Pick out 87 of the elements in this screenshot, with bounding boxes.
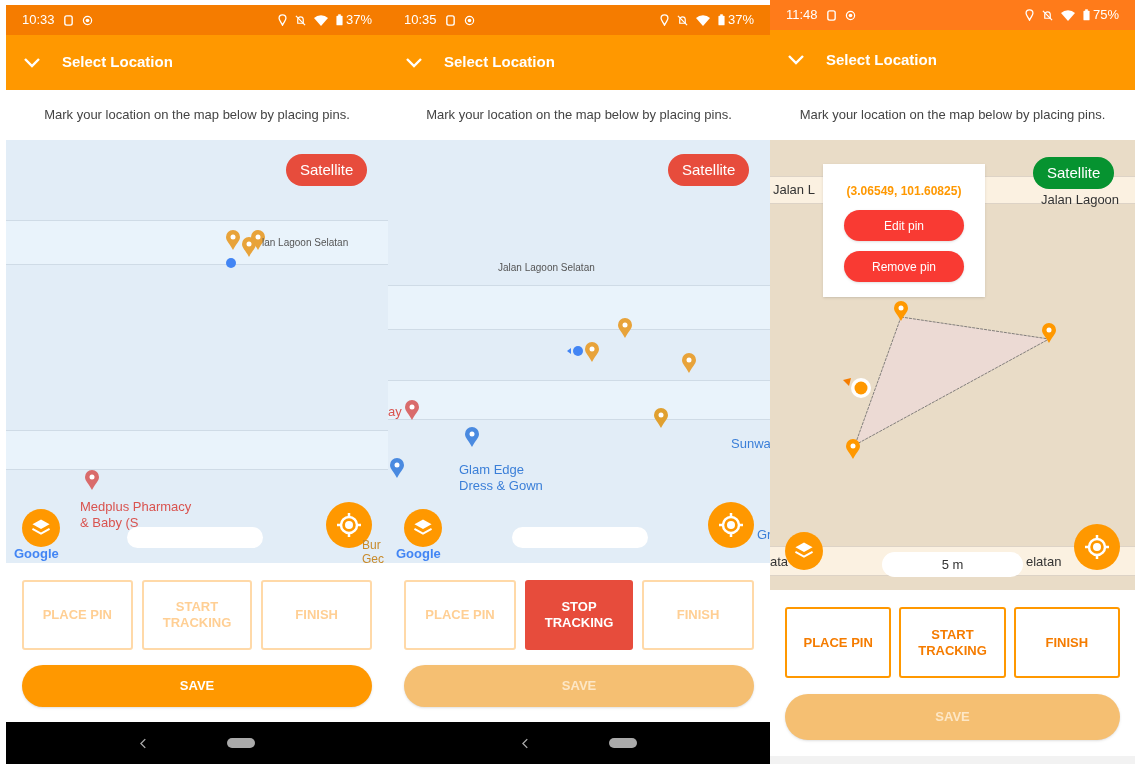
save-button[interactable]: SAVE (22, 665, 372, 707)
pin-coordinates: (3.06549, 101.60825) (846, 183, 962, 200)
google-logo: Google (14, 545, 59, 563)
map-label: lan Lagoon Selatan (262, 236, 349, 250)
chevron-down-icon[interactable] (406, 57, 422, 68)
notification-icon (844, 9, 856, 21)
notification-icon (825, 9, 837, 21)
location-icon (277, 14, 287, 26)
battery-icon (717, 14, 725, 26)
layers-button[interactable] (22, 509, 60, 547)
map-pin-icon[interactable] (846, 439, 860, 459)
back-icon[interactable] (139, 737, 147, 749)
back-icon[interactable] (521, 737, 529, 749)
map[interactable]: Satellite (3.06549, 101.60825) Edit pin Remove pin Jalan L Jalan Lagoon ata 5 m elatan (770, 140, 1135, 590)
my-location-button[interactable] (1074, 524, 1120, 570)
home-icon[interactable] (608, 738, 637, 748)
home-icon[interactable] (226, 738, 255, 748)
wifi-icon (695, 14, 710, 26)
my-location-button[interactable] (708, 502, 754, 548)
bell-off-icon (676, 14, 688, 26)
map-pin-icon[interactable] (242, 237, 256, 257)
location-dot-icon (567, 346, 583, 356)
pin-action-button[interactable]: Remove pin (844, 251, 964, 282)
map-pin-icon[interactable] (682, 353, 696, 373)
google-logo: Google (396, 545, 441, 563)
layers-button[interactable] (404, 509, 442, 547)
bell-off-icon (294, 14, 306, 26)
map-label: Jalan Lagoon (1041, 191, 1120, 209)
wifi-icon (313, 14, 328, 26)
battery-icon (335, 14, 343, 26)
notification-icon (463, 14, 475, 26)
chevron-down-icon[interactable] (24, 57, 40, 68)
map-label: elatan (1026, 553, 1062, 571)
map-label: Jalan L (773, 181, 815, 199)
map-label: ay (388, 403, 402, 421)
map-label: Bur (362, 537, 381, 554)
location-marker-icon (843, 376, 873, 400)
map-label: ata (770, 553, 789, 571)
map-pin-icon[interactable] (226, 230, 240, 250)
satellite-button[interactable]: Satellite (668, 154, 750, 186)
map-label: & Baby (S (80, 514, 139, 532)
map-pin-icon[interactable] (390, 458, 404, 478)
status-time: 11:48 (786, 6, 818, 25)
location-icon (659, 14, 669, 26)
action-button[interactable]: STOP TRACKING (525, 580, 633, 650)
map-label: Dress & Gown (459, 477, 543, 495)
bell-off-icon (1041, 9, 1053, 21)
map-pin-icon[interactable] (654, 408, 668, 428)
map-label: Jalan Lagoon Selatan (498, 261, 595, 275)
map-pin-icon[interactable] (585, 342, 599, 362)
status-time: 10:33 (22, 11, 55, 30)
map-pin-icon[interactable] (894, 301, 908, 321)
map-label: Medplus Pharmacy (80, 498, 192, 516)
header-title: Select Location (62, 52, 173, 73)
satellite-button[interactable]: Satellite (286, 154, 368, 186)
wifi-icon (1060, 9, 1075, 21)
notification-icon (62, 14, 74, 26)
map[interactable]: Satellite lan Lagoon Selatan Medplus Pharmacy & Baby (S Bur Google Gec (6, 140, 388, 563)
map-label: Sunwa (731, 435, 770, 453)
notification-icon (444, 14, 456, 26)
header-title: Select Location (826, 49, 937, 70)
battery-percent: 75% (1092, 6, 1119, 25)
map-label: Glam Edge (459, 461, 525, 479)
action-button[interactable]: START TRACKING (899, 607, 1006, 678)
map-pin-icon[interactable] (85, 470, 99, 490)
action-button[interactable]: FINISH (1013, 607, 1120, 678)
battery-icon (1082, 9, 1090, 21)
instruction-text: Mark your location on the map below by placing pins. (798, 106, 1107, 125)
map-pin-icon[interactable] (405, 400, 419, 420)
map-pin-icon[interactable] (618, 318, 632, 338)
map-pin-icon[interactable] (1042, 323, 1056, 343)
battery-percent: 37% (345, 11, 372, 30)
instruction-text: Mark your location on the map below by placing pins. (43, 106, 351, 125)
battery-percent: 37% (727, 11, 754, 30)
status-time: 10:35 (404, 11, 437, 30)
scale-bar: 5 m (882, 552, 1023, 577)
location-dot-icon (226, 258, 236, 268)
map-label: Gec (362, 551, 384, 563)
action-button[interactable]: PLACE PIN (785, 607, 892, 678)
satellite-button[interactable]: Satellite (1033, 157, 1115, 189)
map-pin-icon[interactable] (465, 427, 479, 447)
notification-icon (81, 14, 93, 26)
chevron-down-icon[interactable] (788, 55, 804, 65)
instruction-text: Mark your location on the map below by placing pins. (425, 106, 733, 125)
location-icon (1024, 9, 1034, 21)
pin-action-button[interactable]: Edit pin (844, 210, 964, 241)
header-title: Select Location (444, 52, 555, 73)
